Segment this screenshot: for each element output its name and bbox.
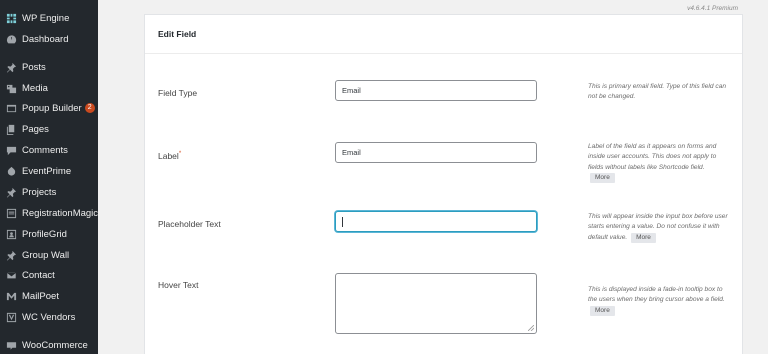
hover-text-help: This is displayed inside a fade-in toolt… <box>588 285 733 316</box>
label-text: Label <box>158 151 179 161</box>
media-icon <box>6 83 17 94</box>
placeholder-help: This will appear inside the input box be… <box>588 212 733 243</box>
pages-icon <box>6 124 17 135</box>
sidebar-item-label: WC Vendors <box>22 311 76 323</box>
sidebar-item-label: WooCommerce <box>22 339 88 351</box>
placeholder-label: Placeholder Text <box>158 219 221 229</box>
pushpin-icon <box>6 62 17 73</box>
sidebar-item-label: Pages <box>22 123 49 135</box>
mail-icon <box>6 270 17 281</box>
sidebar-item-registrationmagic[interactable]: RegistrationMagic <box>0 203 98 223</box>
sidebar-item-label: EventPrime <box>22 165 72 177</box>
sidebar-item-label: Group Wall <box>22 249 70 261</box>
sidebar-item-eventprime[interactable]: EventPrime <box>0 161 98 181</box>
field-type-help: This is primary email field. Type of thi… <box>588 82 733 103</box>
vendors-icon <box>6 312 17 323</box>
hover-text-textarea[interactable] <box>335 273 537 334</box>
plugin-version: v4.6.4.1 Premium <box>687 5 738 12</box>
admin-sidebar: WP Engine Dashboard Posts Media Popup Bu… <box>0 0 98 354</box>
help-text: Label of the field as it appears on form… <box>588 143 717 171</box>
sidebar-item-contact[interactable]: Contact <box>0 265 98 285</box>
panel-title: Edit Field <box>145 15 742 54</box>
sidebar-item-label: Media <box>22 82 48 94</box>
sidebar-item-posts[interactable]: Posts <box>0 57 98 77</box>
sidebar-item-label: WP Engine <box>22 12 70 24</box>
resize-handle-icon[interactable] <box>528 325 534 331</box>
sidebar-item-comments[interactable]: Comments <box>0 140 98 160</box>
popup-icon <box>6 103 17 114</box>
sidebar-item-group-wall[interactable]: Group Wall <box>0 245 98 265</box>
sidebar-item-label: Contact <box>22 269 55 281</box>
sidebar-item-pages[interactable]: Pages <box>0 119 98 139</box>
label-label: Label* <box>158 151 181 161</box>
form-icon <box>6 208 17 219</box>
label-value: Email <box>342 148 361 157</box>
dashboard-icon <box>6 34 17 45</box>
sidebar-item-wc-vendors[interactable]: WC Vendors <box>0 307 98 327</box>
sidebar-item-woocommerce[interactable]: WooCommerce <box>0 335 98 354</box>
sidebar-item-label: Comments <box>22 144 68 156</box>
help-text: This will appear inside the input box be… <box>588 213 728 241</box>
sidebar-item-media[interactable]: Media <box>0 78 98 98</box>
pushpin-icon <box>6 187 17 198</box>
mailpoet-icon <box>6 291 17 302</box>
sidebar-item-label: Dashboard <box>22 33 69 45</box>
woo-icon <box>6 340 17 351</box>
placeholder-input[interactable] <box>335 211 537 232</box>
sidebar-item-label: ProfileGrid <box>22 228 67 240</box>
more-button[interactable]: More <box>631 232 656 243</box>
pushpin-icon <box>6 250 17 261</box>
notification-badge: 2 <box>84 103 95 113</box>
sidebar-item-label: Projects <box>22 186 57 198</box>
sidebar-item-projects[interactable]: Projects <box>0 182 98 202</box>
field-type-value: Email <box>342 86 361 95</box>
wp-engine-icon <box>6 13 17 24</box>
comments-icon <box>6 145 17 156</box>
sidebar-item-mailpoet[interactable]: MailPoet <box>0 286 98 306</box>
hover-text-label: Hover Text <box>158 280 199 290</box>
required-mark: * <box>178 151 182 158</box>
sidebar-item-label: Posts <box>22 61 46 73</box>
sidebar-item-label: MailPoet <box>22 290 59 302</box>
text-caret <box>342 216 343 227</box>
sidebar-item-wp-engine[interactable]: WP Engine <box>0 8 98 28</box>
field-type-label: Field Type <box>158 88 198 98</box>
sidebar-item-label: RegistrationMagic <box>22 207 98 219</box>
help-text: This is displayed inside a fade-in toolt… <box>588 286 725 304</box>
field-type-input[interactable]: Email <box>335 80 537 101</box>
more-button[interactable]: More <box>590 172 615 183</box>
help-text: This is primary email field. Type of thi… <box>588 83 727 101</box>
profile-icon <box>6 229 17 240</box>
sidebar-item-label: Popup Builder <box>22 102 82 114</box>
label-help: Label of the field as it appears on form… <box>588 142 733 183</box>
sidebar-item-dashboard[interactable]: Dashboard <box>0 29 98 49</box>
sidebar-item-popup-builder[interactable]: Popup Builder 2 <box>0 98 98 118</box>
edit-field-panel: Edit Field Field Type Email This is prim… <box>144 14 743 354</box>
sidebar-item-profilegrid[interactable]: ProfileGrid <box>0 224 98 244</box>
label-input[interactable]: Email <box>335 142 537 163</box>
event-icon <box>6 166 17 177</box>
more-button[interactable]: More <box>590 305 615 316</box>
